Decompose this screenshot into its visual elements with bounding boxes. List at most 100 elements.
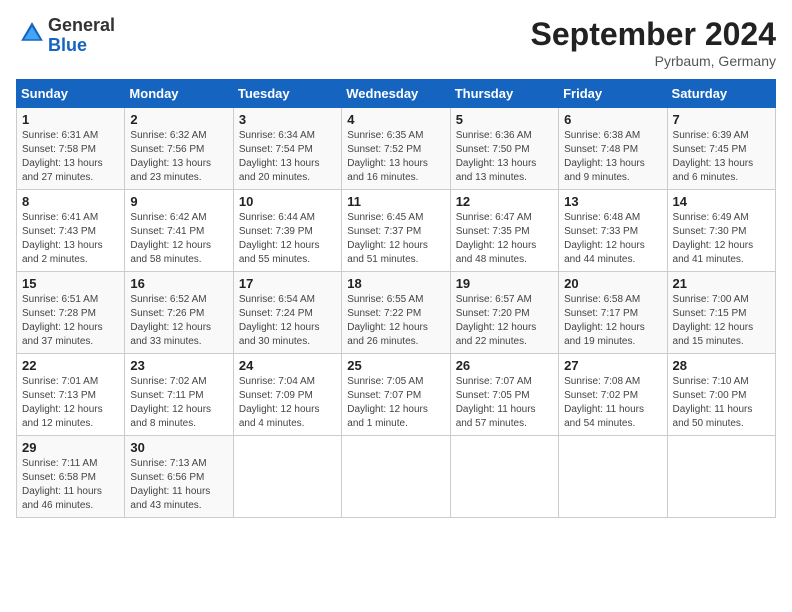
day-info: Sunrise: 7:10 AMSunset: 7:00 PMDaylight:… [673, 375, 770, 431]
day-number: 1 [22, 112, 119, 127]
day-number: 5 [456, 112, 553, 127]
calendar-cell [559, 436, 667, 518]
calendar-week-row: 1 Sunrise: 6:31 AMSunset: 7:58 PMDaylight… [17, 108, 776, 190]
calendar-cell: 21 Sunrise: 7:00 AMSunset: 7:15 PMDayligh… [667, 272, 775, 354]
calendar-cell: 12Sunrise: 6:47 AMSunset: 7:35 PMDayligh… [450, 190, 558, 272]
calendar-cell [667, 436, 775, 518]
calendar-cell: 29 Sunrise: 7:11 AMSunset: 6:58 PMDayligh… [17, 436, 125, 518]
day-info: Sunrise: 7:00 AMSunset: 7:15 PMDaylight:… [673, 293, 770, 349]
calendar-cell: 7 Sunrise: 6:39 AMSunset: 7:45 PMDaylight… [667, 108, 775, 190]
calendar-cell: 17Sunrise: 6:54 AMSunset: 7:24 PMDayligh… [233, 272, 341, 354]
day-info: Sunrise: 6:57 AMSunset: 7:20 PMDaylight:… [456, 293, 553, 349]
day-number: 24 [239, 358, 336, 373]
day-info: Sunrise: 6:54 AMSunset: 7:24 PMDaylight:… [239, 293, 336, 349]
weekday-header-wednesday: Wednesday [342, 80, 450, 108]
day-info: Sunrise: 7:08 AMSunset: 7:02 PMDaylight:… [564, 375, 661, 431]
calendar-cell: 16 Sunrise: 6:52 AMSunset: 7:26 PMDayligh… [125, 272, 233, 354]
weekday-header-saturday: Saturday [667, 80, 775, 108]
calendar-cell: 10 Sunrise: 6:44 AMSunset: 7:39 PMDayligh… [233, 190, 341, 272]
day-number: 3 [239, 112, 336, 127]
day-info: Sunrise: 6:44 AMSunset: 7:39 PMDaylight:… [239, 211, 336, 267]
day-info: Sunrise: 6:38 AMSunset: 7:48 PMDaylight:… [564, 129, 661, 185]
calendar-week-row: 29 Sunrise: 7:11 AMSunset: 6:58 PMDayligh… [17, 436, 776, 518]
day-info: Sunrise: 6:32 AMSunset: 7:56 PMDaylight:… [130, 129, 227, 185]
day-number: 6 [564, 112, 661, 127]
day-number: 29 [22, 440, 119, 455]
calendar-cell: 14 Sunrise: 6:49 AMSunset: 7:30 PMDayligh… [667, 190, 775, 272]
day-info: Sunrise: 6:39 AMSunset: 7:45 PMDaylight:… [673, 129, 770, 185]
calendar-cell: 26 Sunrise: 7:07 AMSunset: 7:05 PMDayligh… [450, 354, 558, 436]
weekday-header-friday: Friday [559, 80, 667, 108]
day-info: Sunrise: 6:47 AMSunset: 7:35 PMDaylight:… [456, 211, 553, 267]
calendar-cell: 1 Sunrise: 6:31 AMSunset: 7:58 PMDaylight… [17, 108, 125, 190]
calendar-cell: 25 Sunrise: 7:05 AMSunset: 7:07 PMDayligh… [342, 354, 450, 436]
calendar-week-row: 22 Sunrise: 7:01 AMSunset: 7:13 PMDayligh… [17, 354, 776, 436]
day-number: 8 [22, 194, 119, 209]
day-info: Sunrise: 7:05 AMSunset: 7:07 PMDaylight:… [347, 375, 444, 431]
day-number: 4 [347, 112, 444, 127]
day-info: Sunrise: 7:01 AMSunset: 7:13 PMDaylight:… [22, 375, 119, 431]
day-number: 25 [347, 358, 444, 373]
calendar-cell: 18 Sunrise: 6:55 AMSunset: 7:22 PMDayligh… [342, 272, 450, 354]
calendar-cell: 22 Sunrise: 7:01 AMSunset: 7:13 PMDayligh… [17, 354, 125, 436]
day-info: Sunrise: 7:11 AMSunset: 6:58 PMDaylight:… [22, 457, 119, 513]
calendar-cell: 9Sunrise: 6:42 AMSunset: 7:41 PMDaylight… [125, 190, 233, 272]
day-info: Sunrise: 6:58 AMSunset: 7:17 PMDaylight:… [564, 293, 661, 349]
calendar-cell: 27 Sunrise: 7:08 AMSunset: 7:02 PMDayligh… [559, 354, 667, 436]
day-info: Sunrise: 6:48 AMSunset: 7:33 PMDaylight:… [564, 211, 661, 267]
calendar-table: SundayMondayTuesdayWednesdayThursdayFrid… [16, 79, 776, 518]
title-block: September 2024 Pyrbaum, Germany [531, 16, 776, 69]
calendar-cell: 23Sunrise: 7:02 AMSunset: 7:11 PMDayligh… [125, 354, 233, 436]
day-info: Sunrise: 6:31 AMSunset: 7:58 PMDaylight:… [22, 129, 119, 185]
day-number: 2 [130, 112, 227, 127]
day-number: 13 [564, 194, 661, 209]
calendar-cell: 20 Sunrise: 6:58 AMSunset: 7:17 PMDayligh… [559, 272, 667, 354]
calendar-cell [233, 436, 341, 518]
day-info: Sunrise: 6:35 AMSunset: 7:52 PMDaylight:… [347, 129, 444, 185]
month-title: September 2024 [531, 16, 776, 53]
day-info: Sunrise: 6:45 AMSunset: 7:37 PMDaylight:… [347, 211, 444, 267]
day-info: Sunrise: 7:07 AMSunset: 7:05 PMDaylight:… [456, 375, 553, 431]
day-info: Sunrise: 6:49 AMSunset: 7:30 PMDaylight:… [673, 211, 770, 267]
day-number: 11 [347, 194, 444, 209]
day-number: 21 [673, 276, 770, 291]
day-info: Sunrise: 6:41 AMSunset: 7:43 PMDaylight:… [22, 211, 119, 267]
calendar-cell: 19 Sunrise: 6:57 AMSunset: 7:20 PMDayligh… [450, 272, 558, 354]
day-number: 28 [673, 358, 770, 373]
day-info: Sunrise: 6:55 AMSunset: 7:22 PMDaylight:… [347, 293, 444, 349]
day-number: 30 [130, 440, 227, 455]
calendar-cell: 13 Sunrise: 6:48 AMSunset: 7:33 PMDayligh… [559, 190, 667, 272]
day-number: 19 [456, 276, 553, 291]
day-number: 10 [239, 194, 336, 209]
weekday-header-thursday: Thursday [450, 80, 558, 108]
location-subtitle: Pyrbaum, Germany [531, 53, 776, 69]
day-info: Sunrise: 6:42 AMSunset: 7:41 PMDaylight:… [130, 211, 227, 267]
day-info: Sunrise: 6:34 AMSunset: 7:54 PMDaylight:… [239, 129, 336, 185]
day-info: Sunrise: 6:36 AMSunset: 7:50 PMDaylight:… [456, 129, 553, 185]
day-info: Sunrise: 6:52 AMSunset: 7:26 PMDaylight:… [130, 293, 227, 349]
calendar-cell: 6 Sunrise: 6:38 AMSunset: 7:48 PMDaylight… [559, 108, 667, 190]
day-info: Sunrise: 6:51 AMSunset: 7:28 PMDaylight:… [22, 293, 119, 349]
calendar-week-row: 15 Sunrise: 6:51 AMSunset: 7:28 PMDayligh… [17, 272, 776, 354]
day-number: 20 [564, 276, 661, 291]
calendar-cell: 11 Sunrise: 6:45 AMSunset: 7:37 PMDayligh… [342, 190, 450, 272]
day-number: 16 [130, 276, 227, 291]
day-number: 14 [673, 194, 770, 209]
page-header: General Blue September 2024 Pyrbaum, Ger… [16, 16, 776, 69]
calendar-cell: 15 Sunrise: 6:51 AMSunset: 7:28 PMDayligh… [17, 272, 125, 354]
calendar-cell [450, 436, 558, 518]
day-info: Sunrise: 7:13 AMSunset: 6:56 PMDaylight:… [130, 457, 227, 513]
day-number: 23 [130, 358, 227, 373]
calendar-cell [342, 436, 450, 518]
day-number: 27 [564, 358, 661, 373]
day-number: 22 [22, 358, 119, 373]
day-info: Sunrise: 7:04 AMSunset: 7:09 PMDaylight:… [239, 375, 336, 431]
day-number: 15 [22, 276, 119, 291]
logo: General Blue [16, 16, 115, 56]
calendar-cell: 5 Sunrise: 6:36 AMSunset: 7:50 PMDaylight… [450, 108, 558, 190]
calendar-week-row: 8 Sunrise: 6:41 AMSunset: 7:43 PMDaylight… [17, 190, 776, 272]
day-number: 18 [347, 276, 444, 291]
day-number: 7 [673, 112, 770, 127]
calendar-cell: 2 Sunrise: 6:32 AMSunset: 7:56 PMDaylight… [125, 108, 233, 190]
day-number: 26 [456, 358, 553, 373]
